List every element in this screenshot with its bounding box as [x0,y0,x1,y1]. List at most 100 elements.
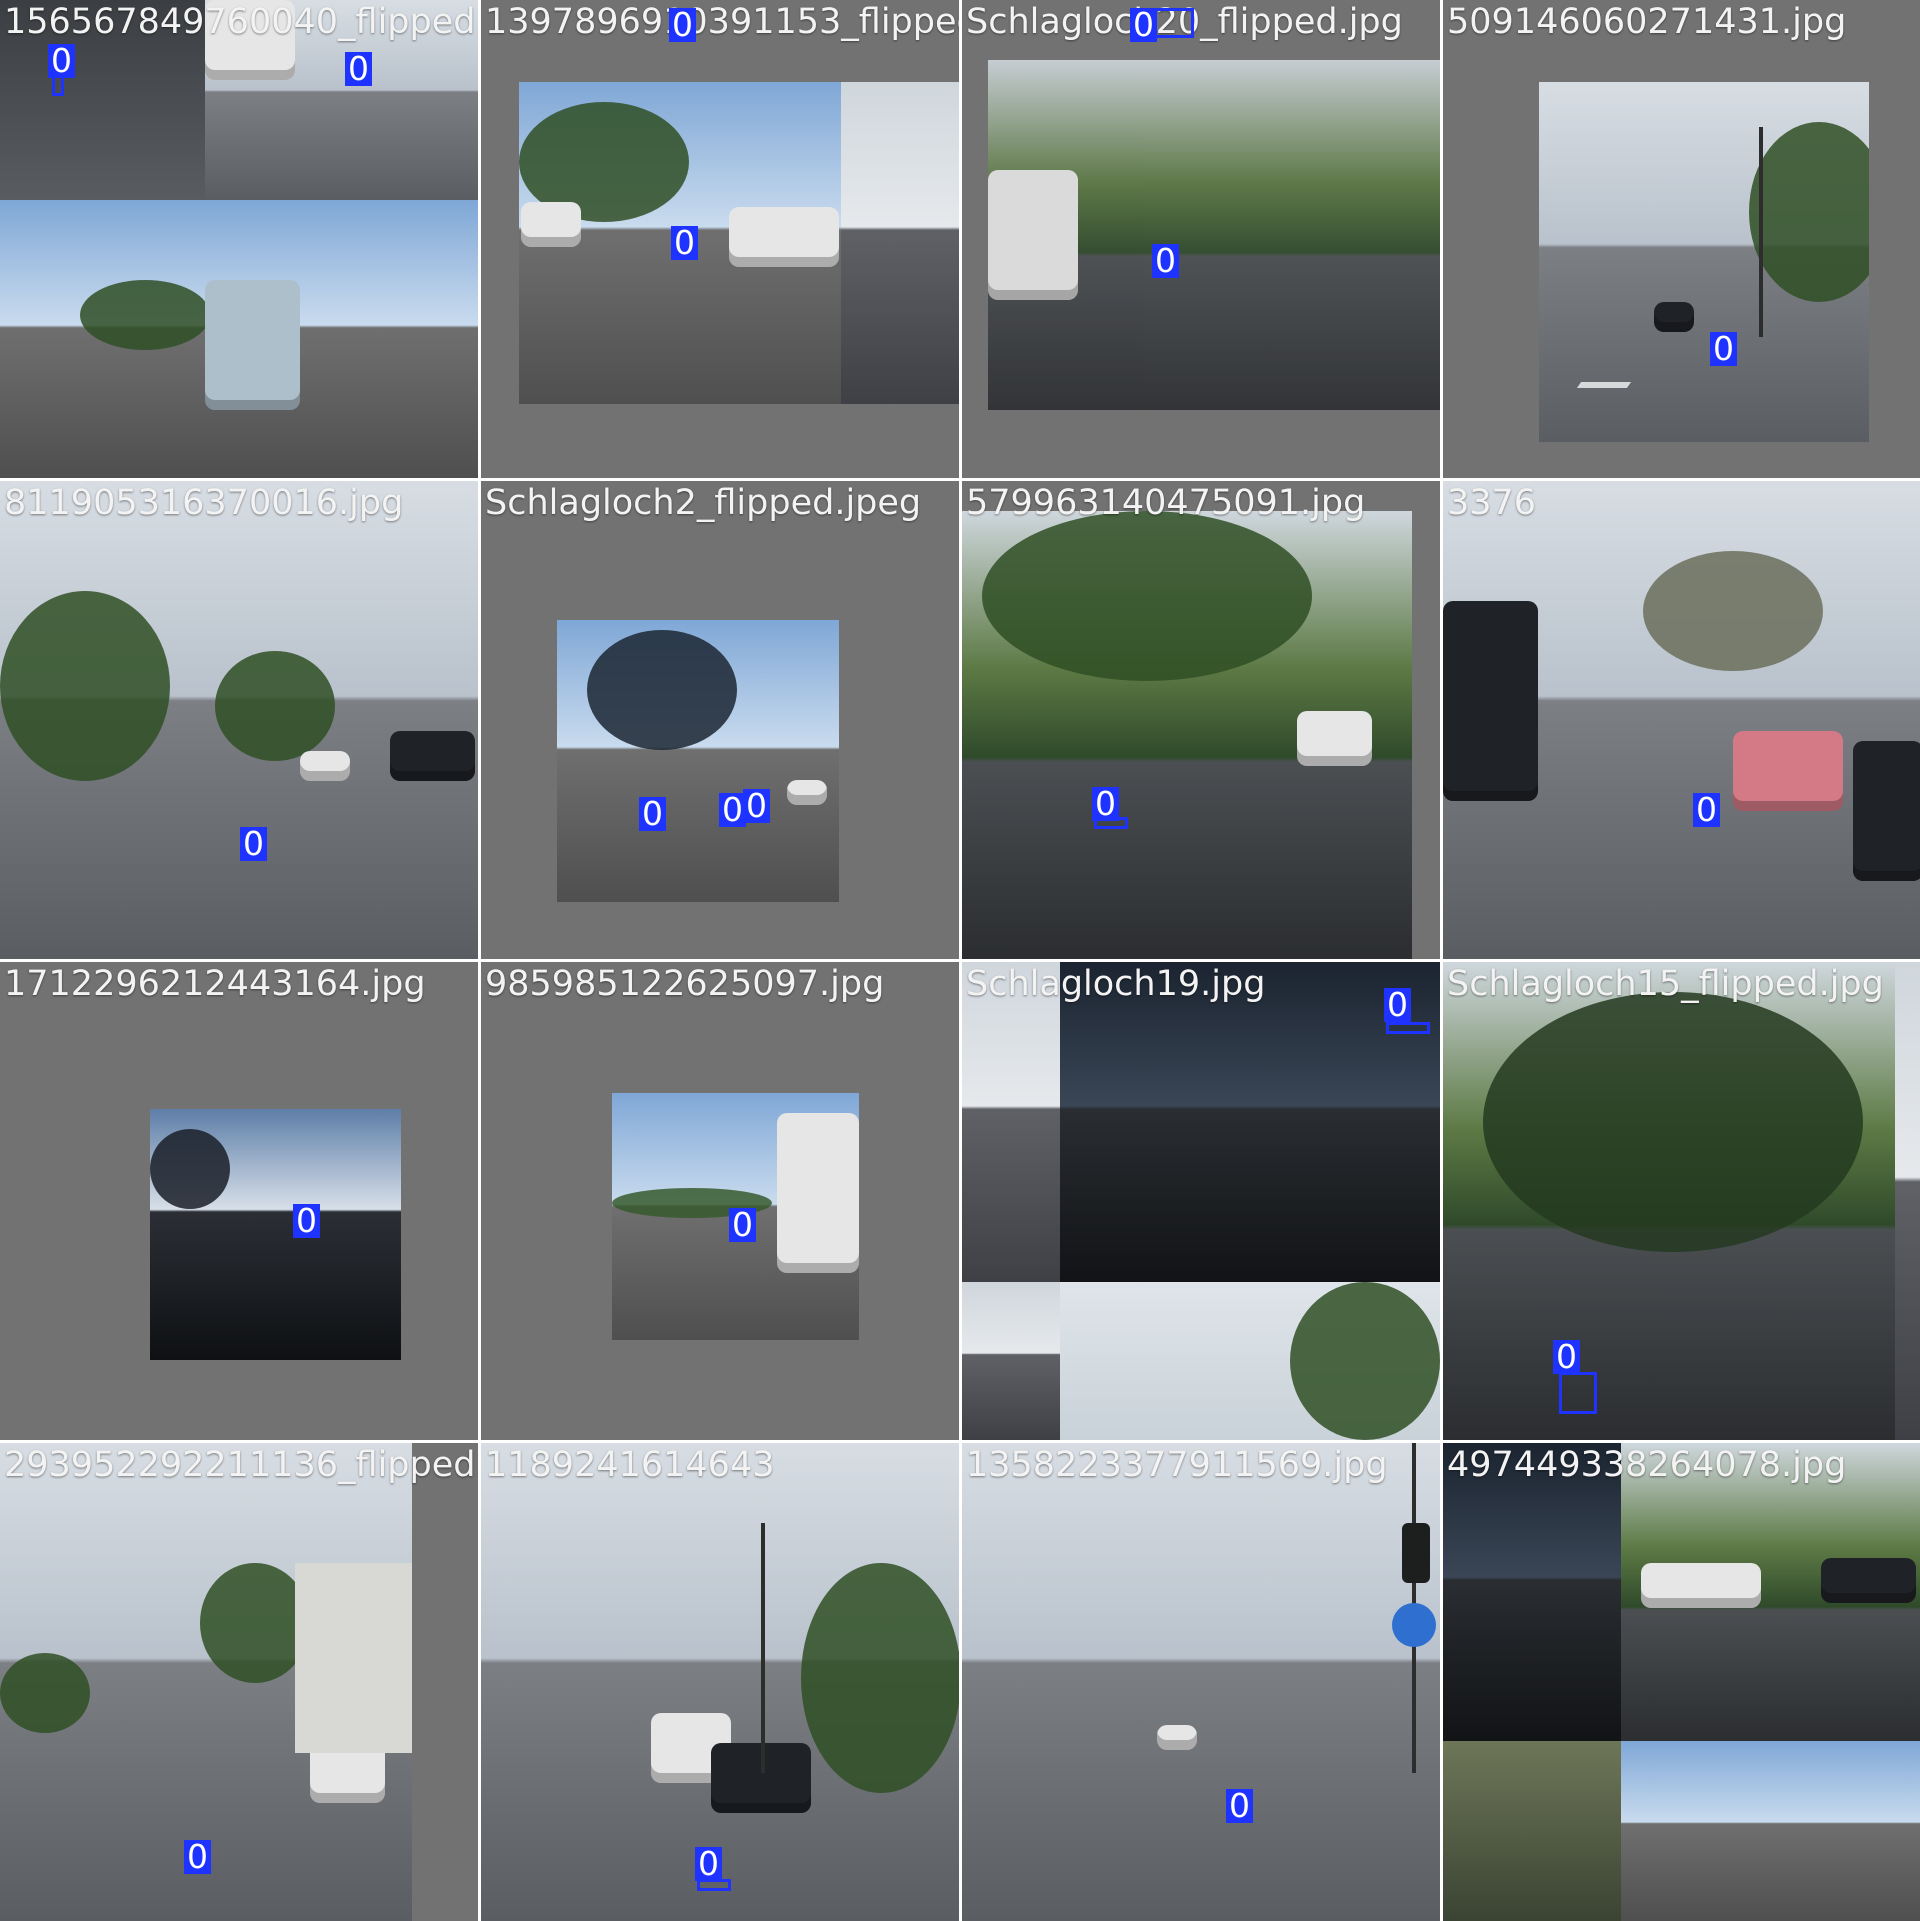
tile-11-image-b [1060,962,1440,1282]
tile-12-image-side [1895,962,1920,1440]
tile-5-image [0,481,478,959]
tile-16-image-d [1621,1741,1920,1921]
lane-marking [1576,382,1632,388]
street-lamp [1759,127,1763,337]
tile-7: 579963140475091.jpg 0 [962,481,1440,959]
detection-label: 0 [1226,1789,1253,1823]
detection-label: 0 [293,1204,320,1238]
tile-4: 509146060271431.jpg 0 [1443,0,1920,478]
detection-label: 0 [669,8,696,42]
detection-label: 0 [240,827,267,861]
tile-label: Schlagloch19.jpg [966,964,1266,1004]
tile-12: Schlagloch15_flipped.jpg 0 [1443,962,1920,1440]
tile-10: 985985122625097.jpg 0 [481,962,959,1440]
tile-6: Schlagloch2_flipped.jpeg 0 0 0 [481,481,959,959]
tile-2: 1397896910391153_flipped.jpg 0 0 [481,0,959,478]
tile-8: 3376 0 [1443,481,1920,959]
vehicle [521,202,581,247]
vehicle [1654,302,1694,332]
tree [1483,992,1863,1252]
tile-8-image [1443,481,1920,959]
tile-label: 1189241614643 [485,1445,775,1485]
image-grid: 156567849760040_flipped.jpg 0 0 13978969… [0,0,1920,1921]
tile-16-image-c [1443,1741,1621,1921]
detection-label: 0 [1130,8,1157,42]
tile-label: 497449338264078.jpg [1447,1445,1847,1485]
tile-label: 3376 [1447,483,1537,523]
tile-3: Schlagloch20_flipped.jpg 0 0 [962,0,1440,478]
traffic-light [1402,1523,1430,1583]
detection-label: 0 [743,789,770,823]
tile-label: 1712296212443164.jpg [4,964,426,1004]
vehicle [1443,601,1538,801]
tree [1290,1282,1440,1440]
tile-label: 811905316370016.jpg [4,483,404,523]
tile-15: 1358223377911569.jpg 0 [962,1443,1440,1921]
tile-5: 811905316370016.jpg 0 [0,481,478,959]
vehicle [300,751,350,781]
vehicle [988,170,1078,300]
detection-label: 0 [719,793,746,827]
vehicle [1297,711,1372,766]
tile-label: 509146060271431.jpg [1447,2,1847,42]
detection-label: 0 [1092,787,1119,821]
vehicle [729,207,839,267]
tree [1643,551,1823,671]
vehicle [390,731,475,781]
tile-3-image [988,60,1440,410]
tile-16-image-b [1621,1443,1920,1741]
detection-label: 0 [671,226,698,260]
vehicle [1853,741,1920,881]
tree [801,1563,959,1793]
tile-12-image [1443,962,1895,1440]
detection-label: 0 [184,1840,211,1874]
vehicle [1821,1558,1916,1603]
tile-9: 1712296212443164.jpg 0 [0,962,478,1440]
tile-11-image-a [962,962,1060,1282]
detection-label: 0 [1553,1340,1580,1374]
detection-label: 0 [639,797,666,831]
vehicle [1733,731,1843,811]
tile-4-image [1539,82,1869,442]
tree [0,591,170,781]
tile-2-image-side [841,82,959,404]
detection-label: 0 [48,44,75,78]
tile-11: Schlagloch19.jpg 0 [962,962,1440,1440]
detection-label: 0 [345,52,372,86]
tile-11-image-d [1060,1282,1440,1440]
tile-1-image-d [205,200,478,478]
tile-15-image [962,1443,1440,1921]
vehicle [777,1113,859,1273]
detection-label: 0 [729,1208,756,1242]
detection-label: 0 [1152,244,1179,278]
tree [80,280,205,350]
direction-sign [1392,1603,1436,1647]
tile-label: 1358223377911569.jpg [966,1445,1388,1485]
street-lamp [761,1523,765,1773]
vehicle [787,780,827,805]
tile-16-image-a [1443,1443,1621,1741]
building [295,1563,412,1753]
detection-label: 0 [1710,332,1737,366]
tile-9-image [150,1109,401,1360]
tree [1749,122,1869,302]
tile-16: 497449338264078.jpg [1443,1443,1920,1921]
tile-label: 579963140475091.jpg [966,483,1366,523]
detection-label: 0 [695,1847,722,1881]
detection-box [1559,1372,1597,1414]
vehicle [205,280,300,410]
tile-6-image [557,620,839,902]
tile-label: Schlagloch15_flipped.jpg [1447,964,1884,1004]
tile-7-image [962,511,1412,959]
tile-14: 1189241614643 0 [481,1443,959,1921]
tree [200,1563,310,1683]
detection-label: 0 [1693,793,1720,827]
detection-label: 0 [1384,988,1411,1022]
tile-label: 156567849760040_flipped.jpg [4,2,478,42]
tile-label: 985985122625097.jpg [485,964,885,1004]
tile-13: 293952292211136_flipped.jpg 0 [0,1443,478,1921]
tree [150,1129,230,1209]
vehicle [1157,1725,1197,1750]
tile-11-image-c [962,1282,1060,1440]
tile-label: Schlagloch2_flipped.jpeg [485,483,922,523]
